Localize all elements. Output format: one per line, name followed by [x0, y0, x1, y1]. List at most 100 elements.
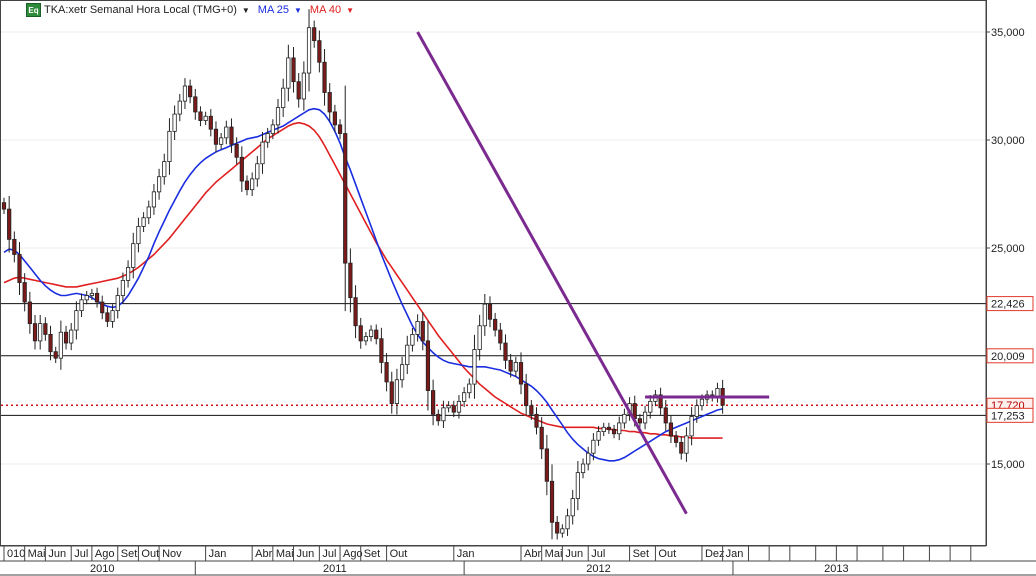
chart-legend: Eq TKA:xetr Semanal Hora Local (TMG+0) ▼…: [26, 2, 362, 18]
year-label: 2010: [90, 563, 114, 575]
candle-body: [312, 27, 317, 42]
candle-body: [69, 329, 74, 344]
candle-body: [472, 349, 477, 385]
candle-body: [234, 143, 239, 158]
candle-body: [22, 282, 27, 303]
candle-body: [405, 344, 410, 366]
candle-body: [172, 113, 177, 132]
month-label: Jun: [297, 548, 315, 560]
candle-body: [337, 124, 343, 134]
candle-body: [32, 323, 38, 342]
caret-down-icon[interactable]: ▼: [346, 6, 354, 15]
candle-body: [524, 383, 529, 407]
candle-body: [425, 340, 431, 391]
candle-body: [193, 96, 198, 113]
candle-body: [487, 303, 493, 320]
candle-body: [503, 342, 508, 361]
candle-body: [534, 413, 539, 428]
caret-down-icon[interactable]: ▼: [294, 6, 302, 15]
candle-body: [436, 413, 441, 422]
candle-body: [663, 407, 668, 424]
candle-body: [591, 439, 596, 454]
candle-body: [389, 381, 394, 404]
month-label: Jan: [726, 548, 744, 560]
candle-body: [229, 126, 234, 145]
month-label: Jun: [565, 548, 583, 560]
y-tick-label: 35,000: [991, 27, 1025, 39]
month-label: Jul: [591, 548, 605, 560]
candle-body: [219, 137, 224, 145]
candle-body: [63, 331, 69, 344]
candle-body: [363, 336, 369, 342]
candle-body: [327, 92, 332, 113]
candle-body: [239, 156, 244, 182]
candle-body: [384, 362, 389, 383]
candle-body: [265, 133, 270, 143]
candle-body: [648, 400, 653, 413]
candle-body: [203, 115, 208, 121]
candle-body: [394, 379, 400, 404]
month-label: Abr: [255, 548, 272, 560]
candle-body: [162, 161, 167, 178]
candle-body: [244, 180, 250, 191]
candle-body: [555, 521, 560, 534]
candle-body: [74, 310, 79, 331]
candle-body: [368, 329, 374, 337]
candle-body: [606, 426, 611, 430]
candle-body: [182, 85, 188, 102]
candle-body: [120, 279, 126, 296]
price-axis[interactable]: 35,00030,00025,00015,00022,42620,00917,7…: [985, 0, 1034, 546]
candle-body: [291, 57, 296, 83]
candle-body: [684, 435, 689, 454]
candle-body: [94, 292, 100, 303]
candle-body: [410, 333, 415, 346]
candle-body: [1, 202, 7, 210]
candle-body: [177, 100, 182, 115]
candle-body: [296, 81, 301, 100]
candle-body: [17, 254, 22, 283]
candle-body: [48, 333, 53, 353]
y-tick-label: 30,000: [991, 135, 1025, 147]
month-label: Mai: [276, 548, 294, 560]
ma40-legend-label[interactable]: MA 40: [310, 4, 341, 16]
candle-body: [198, 111, 203, 121]
candle-body: [477, 325, 482, 350]
ma25-legend-label[interactable]: MA 25: [258, 4, 289, 16]
month-label: Set: [364, 548, 381, 560]
candle-body: [482, 303, 487, 327]
candle-body: [146, 206, 151, 219]
candle-body: [84, 295, 89, 301]
candle-body: [493, 318, 498, 331]
candle-body: [156, 176, 162, 193]
candle-body: [570, 498, 575, 517]
candle-body: [348, 262, 353, 299]
caret-down-icon[interactable]: ▼: [242, 6, 250, 15]
candle-body: [27, 301, 32, 325]
price-chart[interactable]: 35,00030,00025,00015,00022,42620,00917,7…: [0, 0, 1036, 576]
candle-body: [374, 329, 379, 340]
candle-body: [668, 422, 674, 437]
candle-body: [611, 429, 617, 435]
candle-body: [58, 331, 63, 359]
candle-body: [260, 141, 265, 165]
candle-body: [131, 243, 136, 268]
candle-body: [7, 208, 12, 240]
y-tick-label: 25,000: [991, 243, 1025, 255]
year-label: 2012: [586, 563, 610, 575]
candle-body: [317, 40, 322, 63]
month-label: Mai: [545, 548, 563, 560]
month-label: Jun: [48, 548, 66, 560]
candle-body: [79, 299, 84, 312]
month-label: Set: [633, 548, 650, 560]
candle-body: [637, 418, 643, 424]
candle-body: [694, 405, 699, 417]
month-label: Mai: [28, 548, 46, 560]
candle-body: [529, 405, 534, 415]
candle-body: [286, 57, 291, 89]
instrument-label[interactable]: TKA:xetr Semanal Hora Local (TMG+0): [44, 4, 237, 16]
month-label: Nov: [162, 548, 182, 560]
candle-body: [415, 321, 420, 335]
time-axis[interactable]: 010 Mai Jun Jul Ago Set Out Nov Jan Abr Mai Jun Jul A…: [0, 545, 1036, 576]
candle-body: [213, 128, 219, 145]
candle-body: [379, 338, 384, 363]
